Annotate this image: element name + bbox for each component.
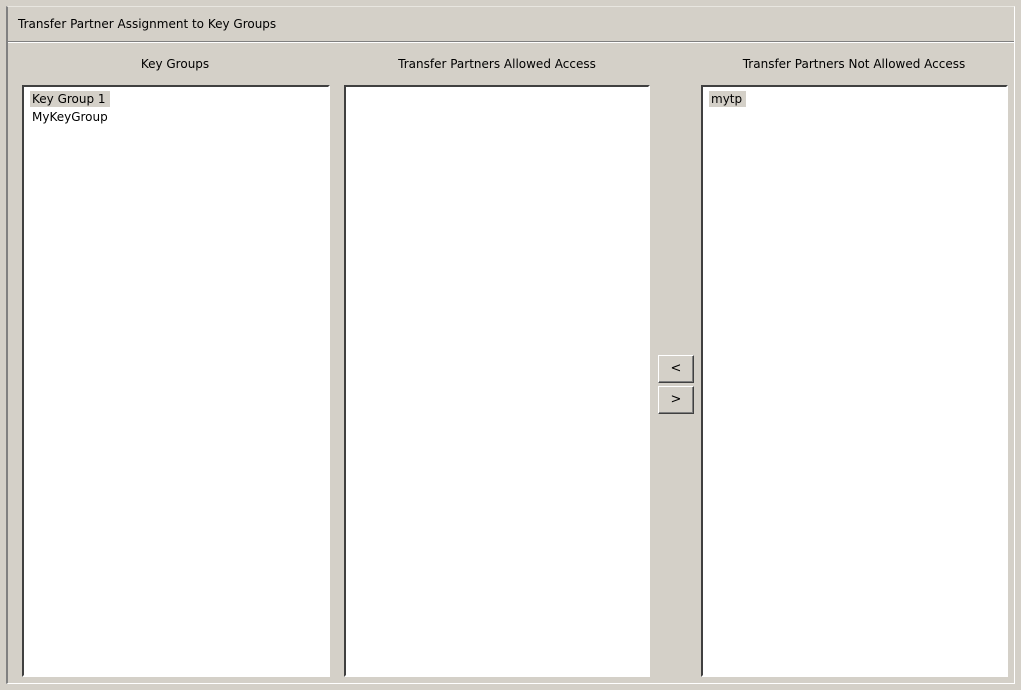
partner-item-label: mytp — [709, 91, 747, 107]
panel-title: Transfer Partner Assignment to Key Group… — [18, 17, 277, 31]
move-to-allowed-button[interactable]: < — [658, 355, 694, 383]
move-to-not-allowed-button[interactable]: > — [658, 386, 694, 414]
key-group-item-label: MyKeyGroup — [32, 110, 108, 124]
key-group-item[interactable]: Key Group 1 — [30, 90, 322, 108]
not-allowed-partners-list[interactable]: mytp — [701, 85, 1008, 677]
assignment-panel: Transfer Partner Assignment to Key Group… — [6, 6, 1015, 684]
not-allowed-header: Transfer Partners Not Allowed Access — [742, 57, 966, 71]
allowed-partners-list[interactable] — [344, 85, 650, 677]
panel-title-bar: Transfer Partner Assignment to Key Group… — [8, 7, 1014, 42]
key-groups-list[interactable]: Key Group 1 MyKeyGroup — [22, 85, 330, 677]
partner-item[interactable]: mytp — [709, 90, 1000, 108]
key-groups-header: Key Groups — [140, 57, 210, 71]
key-group-item-label: Key Group 1 — [30, 91, 110, 107]
key-group-item[interactable]: MyKeyGroup — [30, 108, 322, 126]
allowed-header: Transfer Partners Allowed Access — [398, 57, 596, 71]
